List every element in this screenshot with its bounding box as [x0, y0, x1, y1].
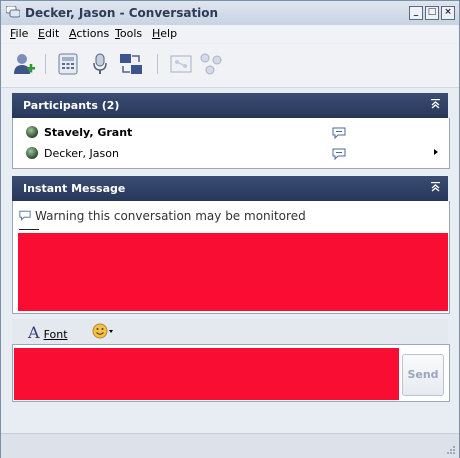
instant-message-header[interactable]: Instant Message	[12, 176, 448, 201]
monitor-warning: Warning this conversation may be monitor…	[19, 209, 306, 223]
collapse-icon[interactable]	[431, 99, 440, 109]
maximize-button[interactable]: □	[425, 6, 439, 20]
menu-file[interactable]: File	[10, 27, 28, 40]
whiteboard-icon[interactable]	[169, 52, 193, 76]
participant-row[interactable]: Decker, Jason	[13, 144, 449, 164]
share-screen-icon[interactable]	[119, 52, 143, 76]
collapse-icon[interactable]	[431, 182, 440, 192]
chat-icon	[19, 210, 31, 221]
send-button[interactable]: Send	[402, 354, 444, 396]
divider	[19, 229, 39, 230]
emoticon-icon[interactable]	[92, 323, 116, 339]
menu-bar: File Edit Actions Tools Help	[1, 25, 459, 43]
menu-help[interactable]: Help	[152, 27, 177, 40]
warning-text: Warning this conversation may be monitor…	[35, 209, 306, 223]
status-bar	[1, 433, 459, 458]
compose-area: Send	[12, 344, 450, 402]
font-button[interactable]: A Font	[28, 323, 68, 342]
format-bar: A Font	[12, 319, 448, 344]
title-bar[interactable]: Decker, Jason - Conversation _ □ ×	[1, 1, 459, 26]
conversation-icon	[6, 6, 20, 18]
presence-icon	[26, 126, 38, 138]
chat-icon[interactable]	[332, 148, 346, 160]
instant-message-title: Instant Message	[23, 182, 126, 195]
close-button[interactable]: ×	[441, 6, 455, 20]
menu-tools[interactable]: Tools	[115, 27, 142, 40]
resize-grip-icon[interactable]	[445, 444, 456, 455]
font-icon: A	[28, 323, 40, 342]
presence-icon	[26, 147, 38, 159]
toolbar-separator	[157, 54, 158, 74]
add-contact-icon[interactable]	[12, 52, 36, 76]
window-title: Decker, Jason - Conversation	[25, 6, 219, 20]
toolbar-separator	[45, 54, 46, 74]
redacted-messages	[18, 233, 448, 311]
participants-list: Stavely, Grant Decker, Jason	[12, 118, 450, 169]
conversation-window: Decker, Jason - Conversation _ □ × File …	[0, 0, 460, 458]
redacted-compose-text[interactable]	[14, 348, 399, 400]
menu-edit[interactable]: Edit	[38, 27, 59, 40]
chat-icon[interactable]	[332, 127, 346, 139]
minimize-button[interactable]: _	[409, 6, 423, 20]
microphone-icon[interactable]	[88, 52, 112, 76]
participant-row[interactable]: Stavely, Grant	[13, 123, 449, 143]
expand-arrow-icon[interactable]	[434, 149, 438, 155]
participants-title: Participants (2)	[23, 99, 120, 112]
network-icon[interactable]	[199, 52, 223, 76]
dialpad-icon[interactable]	[56, 52, 80, 76]
toolbar	[1, 44, 459, 88]
message-history[interactable]: Warning this conversation may be monitor…	[12, 201, 450, 314]
participants-header[interactable]: Participants (2)	[12, 93, 448, 118]
participant-name: Decker, Jason	[44, 147, 119, 160]
menu-actions[interactable]: Actions	[69, 27, 109, 40]
participant-name: Stavely, Grant	[44, 126, 133, 139]
